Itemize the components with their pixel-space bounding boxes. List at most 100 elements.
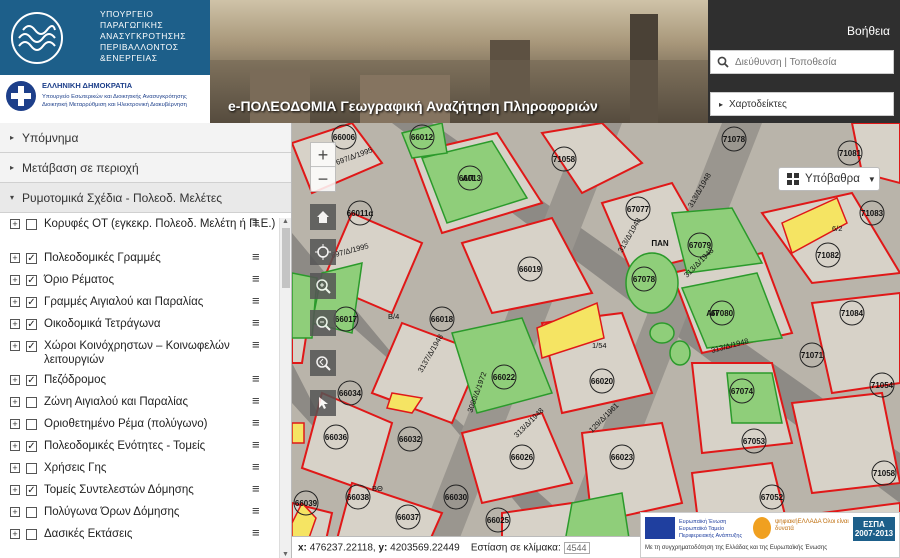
- pan-button[interactable]: [310, 390, 336, 416]
- layer-checkbox[interactable]: ✓: [26, 341, 37, 352]
- layer-menu-icon[interactable]: ≡: [252, 438, 264, 451]
- previous-extent-button[interactable]: [310, 350, 336, 376]
- block-number-label: 67078: [633, 275, 656, 284]
- layer-menu-icon[interactable]: ≡: [252, 250, 264, 263]
- sidebar-scrollbar[interactable]: ▲ ▼: [279, 218, 291, 558]
- expand-icon[interactable]: +: [10, 441, 20, 451]
- layer-menu-icon[interactable]: ≡: [252, 216, 264, 229]
- expand-icon[interactable]: +: [10, 463, 20, 473]
- layer-checkbox[interactable]: ✓: [26, 319, 37, 330]
- funding-logos: Ευρωπαϊκή Ένωση Ευρωπαϊκό Ταμείο Περιφερ…: [640, 512, 900, 558]
- layer-checkbox[interactable]: ✓: [26, 253, 37, 264]
- expand-icon[interactable]: +: [10, 297, 20, 307]
- layer-menu-icon[interactable]: ≡: [252, 504, 264, 517]
- road-label: 1/54: [592, 341, 607, 350]
- layer-item[interactable]: + ✓ Χώροι Κοινόχρηστων – Κοινωφελών λειτου…: [0, 338, 280, 367]
- locate-button[interactable]: [310, 239, 336, 265]
- block-number-label: 66006: [333, 133, 356, 142]
- layer-checkbox[interactable]: ✓: [26, 297, 37, 308]
- layer-menu-icon[interactable]: ≡: [252, 372, 264, 385]
- layer-menu-icon[interactable]: ≡: [252, 272, 264, 285]
- home-button[interactable]: [310, 204, 336, 230]
- layer-menu-icon[interactable]: ≡: [252, 526, 264, 539]
- layer-item[interactable]: + Ζώνη Αιγιαλού και Παραλίας ≡: [0, 394, 280, 409]
- layer-menu-icon[interactable]: ≡: [252, 482, 264, 495]
- coordinates-bar: x: 476237.22118, y: 4203569.22449 Εστίασ…: [292, 536, 642, 558]
- layer-item[interactable]: + Χρήσεις Γης ≡: [0, 460, 280, 475]
- block-number-label: 71058: [553, 155, 576, 164]
- layer-item[interactable]: + ✓ Πολεοδομικές Γραμμές ≡: [0, 250, 280, 265]
- layer-item[interactable]: + Δασικές Εκτάσεις ≡: [0, 526, 280, 541]
- bookmarks-button[interactable]: ▸ Χαρτοδείκτες: [710, 92, 894, 116]
- layer-checkbox[interactable]: [26, 463, 37, 474]
- expand-icon[interactable]: +: [10, 275, 20, 285]
- layer-menu-icon[interactable]: ≡: [252, 394, 264, 407]
- address-search-box[interactable]: [710, 50, 894, 74]
- layer-checkbox[interactable]: ✓: [26, 275, 37, 286]
- zoom-in-button[interactable]: +: [310, 142, 336, 168]
- layer-item[interactable]: + ✓ Όριο Ρέματος ≡: [0, 272, 280, 287]
- layer-item[interactable]: + ✓ Πολεοδομικές Ενότητες - Τομείς ≡: [0, 438, 280, 453]
- layer-menu-icon[interactable]: ≡: [252, 316, 264, 329]
- plus-icon: +: [317, 144, 329, 165]
- layer-menu-icon[interactable]: ≡: [252, 338, 264, 351]
- layer-checkbox[interactable]: ✓: [26, 375, 37, 386]
- layer-checkbox[interactable]: [26, 397, 37, 408]
- layer-label: Τομείς Συντελεστών Δόμησης: [44, 484, 194, 496]
- road-label: Β/4: [388, 312, 399, 321]
- road-label: ΒΘ: [372, 484, 383, 493]
- expand-icon[interactable]: +: [10, 375, 20, 385]
- basemap-dropdown[interactable]: Υπόβαθρα ▼: [778, 167, 880, 191]
- zoom-box-in-button[interactable]: [310, 273, 336, 299]
- section-legend[interactable]: ▸ Υπόμνημα: [0, 123, 291, 153]
- layer-item[interactable]: + ✓ Γραμμές Αιγιαλού και Παραλίας ≡: [0, 294, 280, 309]
- scroll-down-icon[interactable]: ▼: [282, 551, 289, 558]
- layer-checkbox[interactable]: [26, 507, 37, 518]
- republic-emblem-icon: [6, 81, 36, 111]
- layer-item[interactable]: + ✓ Οικοδομικά Τετράγωνα ≡: [0, 316, 280, 331]
- scale-input[interactable]: 4544: [563, 542, 590, 554]
- caret-right-icon: ▸: [10, 133, 15, 142]
- expand-icon[interactable]: +: [10, 397, 20, 407]
- section-go-to-area[interactable]: ▸ Μετάβαση σε περιοχή: [0, 153, 291, 183]
- expand-icon[interactable]: +: [10, 419, 20, 429]
- zoom-out-button[interactable]: −: [310, 166, 336, 192]
- expand-icon[interactable]: +: [10, 507, 20, 517]
- expand-icon[interactable]: +: [10, 253, 20, 263]
- layer-checkbox[interactable]: ✓: [26, 485, 37, 496]
- layer-item[interactable]: + Κορυφές ΟΤ (εγκεκρ. Πολεοδ. Μελέτη ή Π.…: [0, 216, 280, 231]
- caret-down-icon: ▾: [10, 193, 15, 202]
- layer-menu-icon[interactable]: ≡: [252, 460, 264, 473]
- help-link[interactable]: Βοήθεια: [847, 24, 890, 38]
- zoom-box-out-button[interactable]: [310, 310, 336, 336]
- layer-checkbox[interactable]: [26, 419, 37, 430]
- block-number-label: 71078: [723, 135, 746, 144]
- layer-item[interactable]: + Οριοθετημένο Ρέμα (πολύγωνο) ≡: [0, 416, 280, 431]
- layer-menu-icon[interactable]: ≡: [252, 416, 264, 429]
- expand-icon[interactable]: +: [10, 219, 20, 229]
- block-number-label: 71054: [871, 381, 894, 390]
- expand-icon[interactable]: +: [10, 485, 20, 495]
- layer-checkbox[interactable]: [26, 529, 37, 540]
- block-number-label: 66026: [511, 453, 534, 462]
- expand-icon[interactable]: +: [10, 341, 20, 351]
- address-search-input[interactable]: [735, 56, 885, 68]
- layer-list: + Κορυφές ΟΤ (εγκεκρ. Πολεοδ. Μελέτη ή Π.…: [0, 213, 291, 558]
- block-number-label: 66036: [325, 433, 348, 442]
- layer-item[interactable]: + Πολύγωνα Όρων Δόμησης ≡: [0, 504, 280, 519]
- block-number-label: 71082: [817, 251, 840, 260]
- caret-right-icon: ▸: [719, 99, 724, 109]
- layer-item[interactable]: + ✓ Τομείς Συντελεστών Δόμησης ≡: [0, 482, 280, 497]
- scrollbar-thumb[interactable]: [282, 228, 290, 288]
- section-zoning-plans[interactable]: ▾ Ρυμοτομικά Σχέδια - Πολεοδ. Μελέτες: [0, 183, 291, 213]
- expand-icon[interactable]: +: [10, 529, 20, 539]
- zoom-previous-icon: [316, 356, 331, 371]
- eu-text: Ευρωπαϊκή Ένωση Ευρωπαϊκό Ταμείο Περιφερ…: [679, 519, 743, 539]
- expand-icon[interactable]: +: [10, 319, 20, 329]
- layer-checkbox[interactable]: ✓: [26, 441, 37, 452]
- layer-menu-icon[interactable]: ≡: [252, 294, 264, 307]
- layer-label: Δασικές Εκτάσεις: [44, 528, 133, 540]
- layer-item[interactable]: + ✓ Πεζόδρομος ≡: [0, 372, 280, 387]
- scroll-up-icon[interactable]: ▲: [282, 218, 289, 225]
- layer-checkbox[interactable]: [26, 219, 37, 230]
